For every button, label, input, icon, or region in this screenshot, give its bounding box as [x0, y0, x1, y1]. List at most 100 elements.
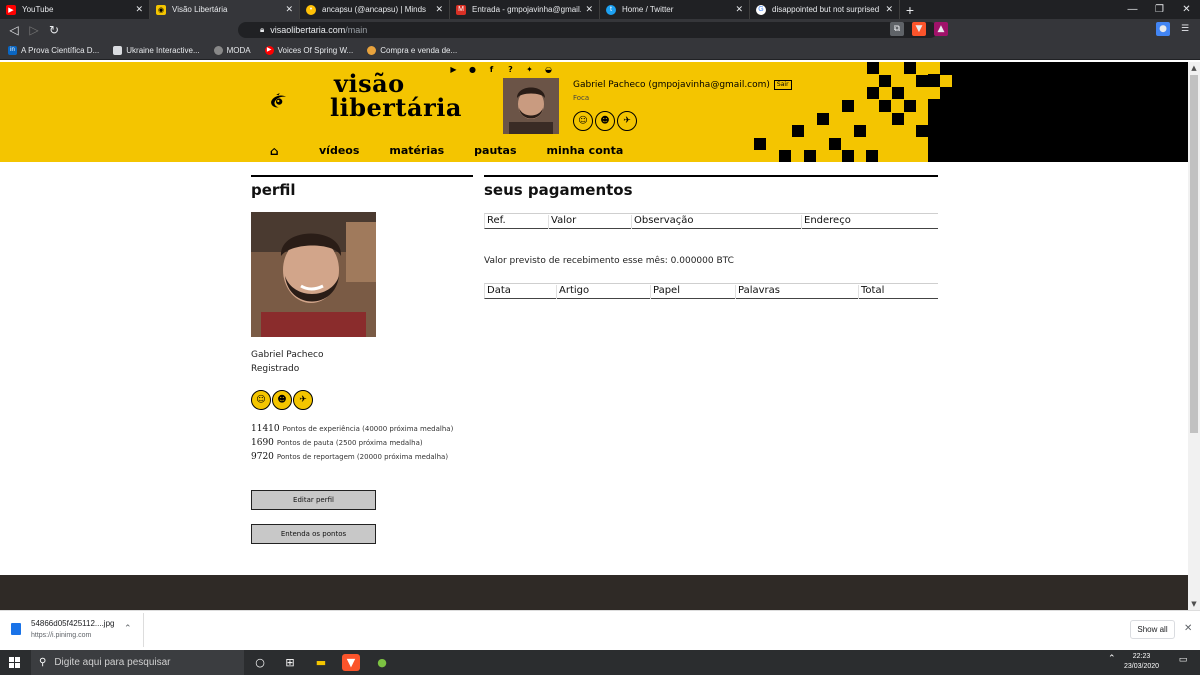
visao-libertaria-logo[interactable]: [270, 74, 330, 128]
medal-icon: ☺: [251, 390, 271, 410]
scrollbar-thumb[interactable]: [1190, 75, 1198, 433]
restore-icon[interactable]: ❐: [1146, 0, 1173, 19]
close-icon[interactable]: ✕: [135, 4, 143, 15]
bookmark-label: Compra e venda de...: [380, 45, 458, 55]
reload-icon[interactable]: ↻: [44, 23, 64, 37]
home-icon[interactable]: ⌂: [270, 144, 284, 158]
brave-rewards-icon[interactable]: ▲: [934, 22, 948, 36]
youtube-icon: ▶: [6, 4, 16, 15]
close-icon[interactable]: ✕: [585, 4, 593, 15]
url-path: /main: [345, 25, 368, 35]
nav-pautas[interactable]: pautas: [474, 144, 516, 158]
site-brand: visão libertária: [330, 72, 462, 120]
search-placeholder: Digite aqui para pesquisar: [54, 657, 171, 668]
visao-libertaria-favicon: ◉: [156, 4, 166, 15]
close-icon[interactable]: ✕: [285, 4, 293, 15]
download-source: https://i.pinimg.com: [31, 632, 92, 639]
tab-youtube[interactable]: ▶ YouTube ✕: [0, 0, 150, 19]
tab-google[interactable]: G disappointed but not surprised lo ✕: [750, 0, 900, 19]
minimize-icon[interactable]: —: [1119, 0, 1146, 19]
page-footer-band: [0, 575, 1188, 610]
windows-start-icon[interactable]: [9, 657, 20, 668]
window-controls: — ❐ ✕: [1119, 0, 1200, 19]
new-tab-button[interactable]: +: [900, 0, 920, 19]
gmail-icon: M: [456, 4, 466, 15]
question-icon[interactable]: ?: [505, 64, 516, 75]
main-nav: ⌂ vídeos matérias pautas minha conta: [270, 144, 623, 158]
minds-favicon: •: [306, 4, 316, 15]
medal-icon: ☺: [573, 111, 593, 131]
translate-icon[interactable]: ⧉: [890, 22, 904, 36]
profile-rule: [251, 175, 473, 177]
facebook-icon[interactable]: f: [486, 64, 497, 75]
close-window-icon[interactable]: ✕: [1173, 0, 1200, 19]
edit-profile-button[interactable]: Editar perfil: [251, 490, 376, 510]
stat-label: Pontos de experiência (40000 próxima med…: [282, 425, 454, 433]
close-icon[interactable]: ✕: [1184, 623, 1192, 634]
tab-minds[interactable]: • ancapsu (@ancapsu) | Minds ✕: [300, 0, 450, 19]
bookmark-label: Voices Of Spring W...: [277, 45, 354, 55]
bookmark-item[interactable]: ▶ Voices Of Spring W...: [264, 45, 354, 55]
profile-status: Registrado: [251, 364, 300, 374]
nav-minha-conta[interactable]: minha conta: [547, 144, 624, 158]
logout-button[interactable]: Sair: [773, 80, 792, 90]
download-filename[interactable]: 54866d05f425112....jpg: [31, 619, 114, 628]
notifications-icon[interactable]: ▭: [1176, 655, 1190, 669]
tray-chevron-icon[interactable]: ⌃: [1108, 653, 1116, 664]
stat-reportagem: 9720 Pontos de reportagem (20000 próxima …: [251, 452, 448, 462]
profile-heading: perfil: [251, 181, 296, 199]
show-all-button[interactable]: Show all: [1130, 620, 1175, 639]
header-pixel-art: [928, 62, 1188, 162]
clock[interactable]: 22:23 23/03/2020: [1124, 652, 1159, 672]
col-endereco: Endereço: [801, 215, 851, 229]
cortana-icon[interactable]: ○: [251, 654, 269, 671]
menu-icon[interactable]: ☰: [1178, 22, 1192, 36]
download-shelf: [0, 610, 1200, 650]
scroll-down-icon[interactable]: ▼: [1188, 598, 1200, 610]
twitter-icon[interactable]: ✦: [524, 64, 535, 75]
close-icon[interactable]: ✕: [735, 4, 743, 15]
articles-table-header: Data Artigo Papel Palavras Total: [484, 283, 938, 299]
extensions: ⧉ ▼ ▲ ● ☰: [890, 22, 1192, 36]
stat-value: 1690: [251, 438, 274, 448]
file-explorer-icon[interactable]: ▬: [312, 654, 330, 671]
social-links: ▶ ● f ? ✦ ◒: [448, 64, 554, 75]
youtube-icon[interactable]: ▶: [448, 64, 459, 75]
medal-icon: ✈: [293, 390, 313, 410]
profile-icon[interactable]: ●: [1156, 22, 1170, 36]
brave-browser-icon[interactable]: ▼: [342, 654, 360, 671]
tab-twitter[interactable]: t Home / Twitter ✕: [600, 0, 750, 19]
discord-icon[interactable]: ◒: [543, 64, 554, 75]
bookmark-item[interactable]: in A Prova Científica D...: [8, 45, 99, 55]
brave-shield-icon[interactable]: ▼: [912, 22, 926, 36]
chevron-up-icon[interactable]: ⌃: [124, 624, 132, 634]
profile-medals: ☺ ☻ ✈: [251, 390, 313, 410]
back-icon[interactable]: ◁: [4, 23, 24, 37]
payments-rule: [484, 175, 938, 177]
nav-materias[interactable]: matérias: [389, 144, 444, 158]
payments-table-header: Ref. Valor Observação Endereço: [484, 213, 938, 229]
bookmark-item[interactable]: Ukraine Interactive...: [113, 45, 200, 55]
bookmark-item[interactable]: Compra e venda de...: [367, 45, 458, 55]
scroll-up-icon[interactable]: ▲: [1188, 62, 1200, 74]
close-icon[interactable]: ✕: [435, 4, 443, 15]
task-view-icon[interactable]: ⊞: [281, 654, 299, 671]
app-icon[interactable]: ●: [373, 654, 391, 671]
tab-gmail[interactable]: M Entrada - gmpojavinha@gmail.com ✕: [450, 0, 600, 19]
close-icon[interactable]: ✕: [885, 4, 893, 15]
header-avatar[interactable]: [503, 78, 559, 134]
tab-strip: ▶ YouTube ✕ ◉ Visão Libertária ✕ • ancap…: [0, 0, 1200, 19]
bookmark-item[interactable]: MODA: [213, 45, 251, 55]
taskbar-search[interactable]: ⚲ Digite aqui para pesquisar: [31, 650, 244, 675]
forward-icon[interactable]: ▷: [24, 23, 44, 37]
url-host: visaolibertaria.com: [270, 25, 346, 35]
tab-visao-libertaria[interactable]: ◉ Visão Libertária ✕: [150, 0, 300, 19]
col-palavras: Palavras: [735, 285, 780, 299]
nav-videos[interactable]: vídeos: [319, 144, 359, 158]
url-bar[interactable]: 🔒︎ visaolibertaria.com/main: [238, 22, 938, 38]
page-icon: [113, 45, 123, 55]
understand-points-button[interactable]: Entenda os pontos: [251, 524, 376, 544]
linkedin-icon: in: [8, 45, 17, 55]
bookmark-label: MODA: [226, 45, 251, 55]
chat-icon[interactable]: ●: [467, 64, 478, 75]
